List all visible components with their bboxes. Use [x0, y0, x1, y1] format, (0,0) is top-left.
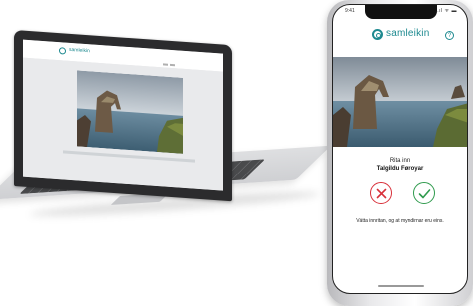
approve-button[interactable]	[413, 182, 435, 204]
samleikin-logo-icon	[59, 47, 66, 55]
laptop-screen: samleikin	[23, 39, 223, 191]
instruction-text: Vátta innritan, og at myndirnar eru eins…	[356, 218, 444, 224]
help-icon[interactable]: ?	[445, 31, 454, 40]
samleikin-logo-icon	[372, 29, 383, 40]
service-name: Talgildu Føroyar	[376, 166, 424, 172]
nav-link[interactable]	[163, 63, 168, 66]
app-header: samleikin ?	[333, 23, 467, 47]
phone-notch	[365, 5, 437, 19]
sign-in-label: Rita inn	[389, 158, 411, 164]
brand-name: samleikin	[386, 28, 430, 39]
reject-button[interactable]	[370, 182, 392, 204]
landscape-photo	[77, 70, 183, 154]
status-icons: ..ıl ᯤ ▬	[435, 8, 457, 14]
phone-device: 9:41 ..ıl ᯤ ▬ samleikin ? Rita inn Talgi…	[327, 0, 473, 306]
nav-link[interactable]	[170, 63, 175, 67]
status-time: 9:41	[345, 8, 355, 14]
website-nav-links[interactable]	[163, 52, 183, 84]
landscape-photo	[333, 57, 467, 147]
website-logo-text: samleikin	[69, 46, 90, 55]
phone-screen: 9:41 ..ıl ᯤ ▬ samleikin ? Rita inn Talgi…	[332, 4, 468, 294]
home-indicator	[378, 285, 424, 287]
website-body	[23, 57, 223, 191]
laptop-lid: samleikin	[14, 30, 232, 202]
reject-x-icon	[376, 188, 387, 199]
approve-check-icon	[418, 189, 431, 199]
